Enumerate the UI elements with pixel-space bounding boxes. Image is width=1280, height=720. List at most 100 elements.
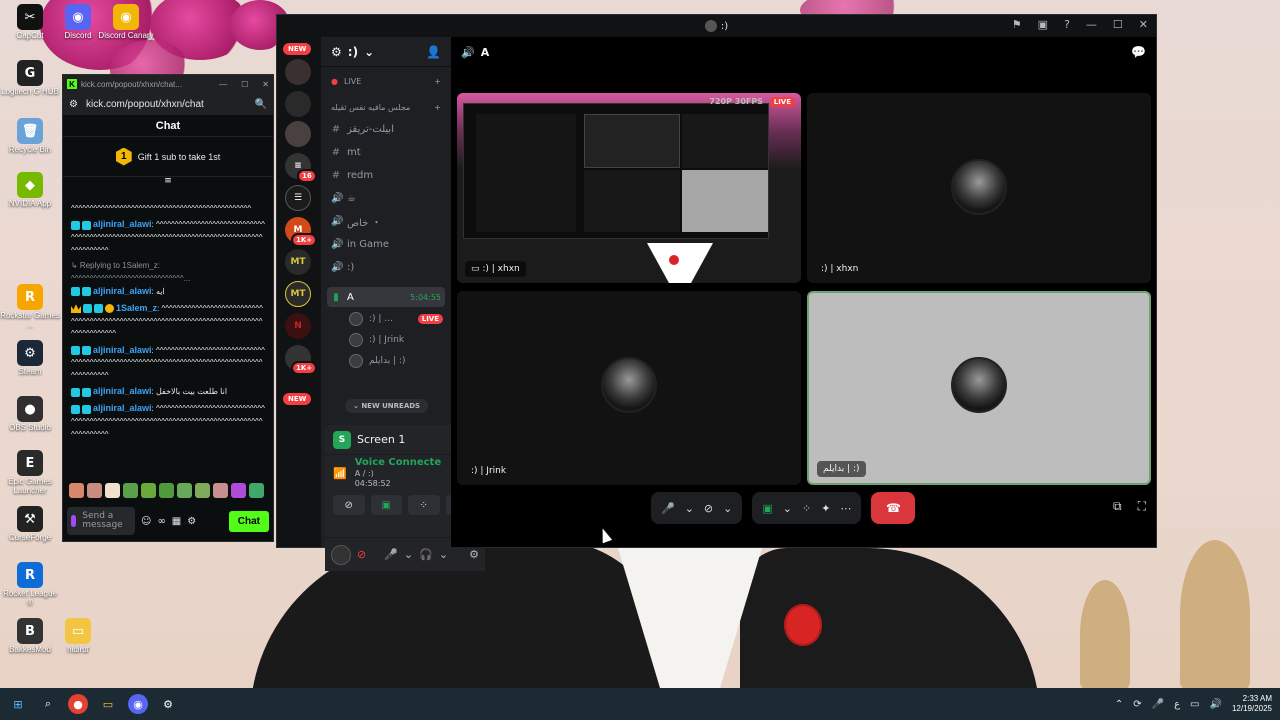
- chat-username[interactable]: aljiniral_alawi: [93, 386, 152, 396]
- emote-icon[interactable]: [177, 483, 192, 498]
- chat-message[interactable]: 1Salem_z: ^^^^^^^^^^^^^^^^^^^^^^^^^^^^^^…: [71, 302, 265, 341]
- voice-user[interactable]: :) | ... LIVE: [349, 309, 443, 329]
- mic-icon[interactable]: 🎤: [384, 548, 398, 561]
- maximize-icon[interactable]: ☐: [241, 80, 248, 89]
- chevron-down-icon[interactable]: ⌄: [364, 45, 374, 59]
- camera-off-icon[interactable]: ⊘: [357, 548, 366, 561]
- screen-share-icon[interactable]: ▣: [762, 502, 772, 515]
- network-icon[interactable]: ▭: [1190, 699, 1199, 710]
- channel-item[interactable]: 🔊 ☕: [327, 188, 445, 208]
- screen-share-button[interactable]: ▣: [370, 495, 402, 515]
- app-icon[interactable]: ⚙: [158, 694, 178, 714]
- server-icon[interactable]: [285, 91, 311, 117]
- chat-bubble-icon[interactable]: 💬: [1131, 45, 1146, 59]
- settings-icon[interactable]: ⚙: [187, 516, 196, 527]
- volume-icon[interactable]: 🔊: [1210, 699, 1222, 710]
- site-info-icon[interactable]: ⚙: [69, 99, 78, 110]
- participant-tile-speaking[interactable]: بدايلم | :): [807, 291, 1151, 485]
- fullscreen-icon[interactable]: ⛶: [1138, 499, 1146, 514]
- popout-icon[interactable]: ⧉: [1113, 499, 1122, 514]
- emote-icon[interactable]: [87, 483, 102, 498]
- help-icon[interactable]: ?: [1064, 18, 1070, 31]
- desktop-shortcut[interactable]: ▭ hidirdf: [48, 618, 108, 655]
- emote-icon[interactable]: [195, 483, 210, 498]
- channel-item[interactable]: # redm: [327, 165, 445, 185]
- server-icon[interactable]: [285, 121, 311, 147]
- signal-icon[interactable]: 📶: [333, 467, 347, 480]
- chat-username[interactable]: aljiniral_alawi: [93, 219, 152, 229]
- new-unreads-pill[interactable]: ⌄ NEW UNREADS: [345, 399, 429, 413]
- url-text[interactable]: kick.com/popout/xhxn/chat: [86, 99, 204, 110]
- voice-channel-path[interactable]: A / :): [355, 469, 441, 479]
- emote-icon[interactable]: [213, 483, 228, 498]
- avatar[interactable]: [331, 544, 351, 565]
- emote-icon[interactable]: [141, 483, 156, 498]
- soundboard-icon[interactable]: ✦: [821, 502, 830, 515]
- chevron-down-icon[interactable]: ⌄: [685, 502, 694, 515]
- activities-icon[interactable]: ⁘: [802, 502, 811, 515]
- desktop-shortcut[interactable]: ⚙ Steam: [0, 340, 60, 377]
- minimize-icon[interactable]: —: [1086, 18, 1097, 31]
- address-bar[interactable]: ⚙ kick.com/popout/xhxn/chat 🔍: [63, 93, 273, 115]
- hang-up-button[interactable]: ☎: [871, 492, 916, 524]
- server-header[interactable]: ⚙ :) ⌄ 👤: [321, 37, 451, 67]
- channel-item[interactable]: 🔊 خاص ・: [327, 211, 445, 231]
- language-indicator[interactable]: ع: [1174, 699, 1180, 710]
- close-icon[interactable]: ✕: [1139, 18, 1148, 31]
- desktop-shortcut[interactable]: E Epic Games Launcher: [0, 450, 60, 496]
- emote-bar[interactable]: [69, 483, 264, 498]
- maximize-icon[interactable]: ☐: [1113, 18, 1123, 31]
- channel-voice-a[interactable]: ▮ A 5:04:55: [327, 287, 445, 307]
- mic-icon[interactable]: 🎤: [1152, 699, 1164, 710]
- flag-icon[interactable]: ⚑: [1012, 18, 1022, 31]
- desktop-shortcut[interactable]: ● OBS Studio: [0, 396, 60, 433]
- chevron-down-icon[interactable]: ⌄: [404, 548, 413, 561]
- headphones-icon[interactable]: 🎧: [419, 548, 433, 561]
- more-icon[interactable]: ⋯: [840, 502, 851, 515]
- chat-message[interactable]: ↳ Replying to 1Salem_z: ^^^^^^^^^^^^^^^^…: [71, 260, 265, 299]
- search-icon[interactable]: ⌕: [38, 694, 58, 714]
- emote-icon[interactable]: [249, 483, 264, 498]
- server-icon[interactable]: N: [285, 313, 311, 339]
- plus-icon[interactable]: +: [434, 103, 441, 112]
- server-icon-mt[interactable]: MT: [285, 249, 311, 275]
- emote-icon[interactable]: [159, 483, 174, 498]
- kick-titlebar[interactable]: K kick.com/popout/xhxn/chat... — ☐ ✕: [63, 75, 273, 93]
- chat-message[interactable]: aljiniral_alawi: ^^^^^^^^^^^^^^^^^^^^^^^…: [71, 344, 265, 383]
- links-icon[interactable]: ∞: [157, 516, 165, 527]
- desktop-shortcut[interactable]: ◆ NVIDIA App: [0, 172, 60, 209]
- kick-chat-window[interactable]: K kick.com/popout/xhxn/chat... — ☐ ✕ ⚙ k…: [62, 74, 274, 542]
- minimize-icon[interactable]: —: [219, 80, 227, 89]
- desktop-shortcut[interactable]: 🗑 Recycle Bin: [0, 118, 60, 155]
- pinned-toggle-icon[interactable]: ≡: [63, 177, 273, 187]
- emote-picker-icon[interactable]: ☺: [141, 516, 151, 527]
- server-gear-icon[interactable]: ⚙: [331, 45, 342, 59]
- mic-icon[interactable]: 🎤: [661, 502, 675, 515]
- chat-message[interactable]: aljiniral_alawi: ^^^^^^^^^^^^^^^^^^^^^^^…: [71, 218, 265, 257]
- channel-item[interactable]: # mt: [327, 142, 445, 162]
- zoom-icon[interactable]: 🔍: [255, 99, 267, 110]
- desktop-shortcut[interactable]: ◉ Discord Canary: [96, 4, 156, 41]
- chat-username[interactable]: aljiniral_alawi: [93, 286, 152, 296]
- chevron-down-icon[interactable]: ⌄: [723, 502, 732, 515]
- desktop-shortcut[interactable]: ⚒ CurseForge: [0, 506, 60, 543]
- camera-off-icon[interactable]: ⊘: [704, 502, 713, 515]
- inbox-icon[interactable]: ▣: [1038, 18, 1048, 31]
- chevron-down-icon[interactable]: ⌄: [783, 502, 792, 515]
- discord-window[interactable]: :) ⚑ ▣ ? — ☐ ✕ NEW ≡ 16 ☰ M 1K+ MT MT N …: [276, 14, 1157, 571]
- discord-titlebar[interactable]: :) ⚑ ▣ ? — ☐ ✕: [277, 15, 1156, 37]
- camera-off-button[interactable]: ⊘: [333, 495, 365, 515]
- stream-tile[interactable]: 720P 30FPS LIVE ▭ :) | xhxn: [457, 93, 801, 283]
- gift-sub-banner[interactable]: 1 Gift 1 sub to take 1st: [63, 137, 273, 177]
- channel-item[interactable]: 🔊 in Game: [327, 234, 445, 254]
- file-explorer-icon[interactable]: ▭: [98, 694, 118, 714]
- discord-icon[interactable]: ◉: [128, 694, 148, 714]
- server-icon[interactable]: ☰: [285, 185, 311, 211]
- plus-icon[interactable]: +: [434, 77, 441, 86]
- emote-icon[interactable]: [123, 483, 138, 498]
- close-icon[interactable]: ✕: [262, 80, 269, 89]
- server-icon-mt[interactable]: MT: [285, 281, 311, 307]
- emote-icon[interactable]: [69, 483, 84, 498]
- participant-tile[interactable]: :) | xhxn: [807, 93, 1151, 283]
- desktop-shortcut[interactable]: G Logitech G HUB: [0, 60, 60, 97]
